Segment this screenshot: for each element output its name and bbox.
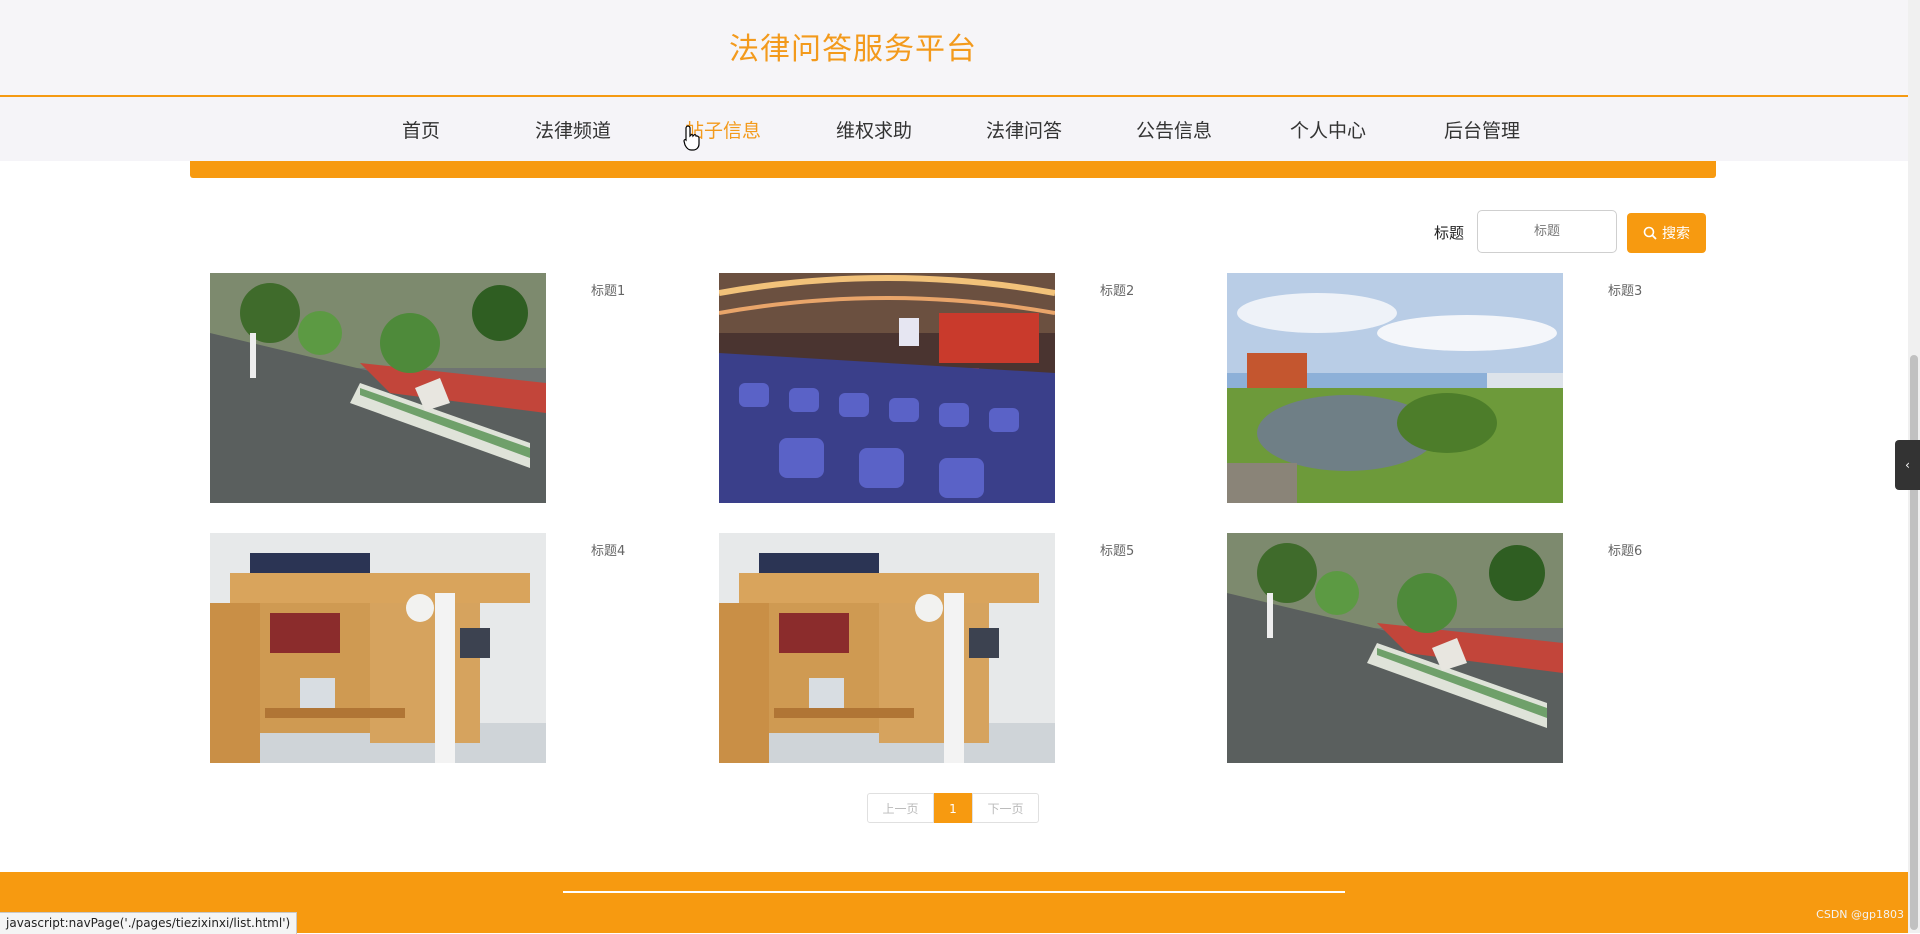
banner-bar bbox=[190, 161, 1716, 178]
search-button-label: 搜索 bbox=[1662, 226, 1690, 242]
pagination: 上一页 1 下一页 bbox=[867, 793, 1039, 823]
post-image-2-lecture-hall[interactable] bbox=[719, 273, 1055, 503]
post-title-1[interactable]: 标题1 bbox=[591, 280, 625, 299]
site-header: 法律问答服务平台 bbox=[0, 0, 1908, 97]
watermark: CSDN @gp1803 bbox=[1816, 908, 1904, 921]
status-bar-url: javascript:navPage('./pages/tiezixinxi/l… bbox=[0, 912, 298, 934]
search-input[interactable] bbox=[1477, 210, 1617, 253]
post-title-5[interactable]: 标题5 bbox=[1100, 540, 1134, 559]
nav-item-law-channel[interactable]: 法律频道 bbox=[535, 116, 611, 143]
hand-cursor-icon bbox=[683, 125, 700, 151]
nav-item-law-qa[interactable]: 法律问答 bbox=[986, 116, 1062, 143]
prev-page-button[interactable]: 上一页 bbox=[867, 793, 934, 823]
post-image-1-campus-garden[interactable] bbox=[210, 273, 546, 503]
page-number-current[interactable]: 1 bbox=[934, 793, 972, 823]
chevron-left-icon: ‹ bbox=[1905, 458, 1910, 472]
next-page-button[interactable]: 下一页 bbox=[972, 793, 1039, 823]
site-title: 法律问答服务平台 bbox=[729, 32, 977, 67]
nav-item-admin[interactable]: 后台管理 bbox=[1444, 116, 1520, 143]
post-title-6[interactable]: 标题6 bbox=[1608, 540, 1642, 559]
nav-item-rights-help[interactable]: 维权求助 bbox=[836, 116, 912, 143]
search-label: 标题 bbox=[1434, 224, 1465, 242]
main-nav: 首页 法律频道 帖子信息 维权求助 法律问答 公告信息 个人中心 后台管理 bbox=[0, 97, 1908, 161]
nav-item-personal-center[interactable]: 个人中心 bbox=[1290, 116, 1366, 143]
search-button[interactable]: 搜索 bbox=[1627, 213, 1706, 253]
post-image-3-campus-lake[interactable] bbox=[1227, 273, 1563, 503]
search-icon bbox=[1643, 226, 1657, 240]
footer-divider bbox=[563, 891, 1345, 893]
post-image-4-dorm-room[interactable] bbox=[210, 533, 546, 763]
nav-item-announcements[interactable]: 公告信息 bbox=[1136, 116, 1212, 143]
side-panel-toggle[interactable]: ‹ bbox=[1895, 440, 1920, 490]
post-image-6-campus-garden[interactable] bbox=[1227, 533, 1563, 763]
nav-item-home[interactable]: 首页 bbox=[402, 116, 440, 143]
post-title-3[interactable]: 标题3 bbox=[1608, 280, 1642, 299]
post-title-4[interactable]: 标题4 bbox=[591, 540, 625, 559]
post-image-5-dorm-room[interactable] bbox=[719, 533, 1055, 763]
post-title-2[interactable]: 标题2 bbox=[1100, 280, 1134, 299]
